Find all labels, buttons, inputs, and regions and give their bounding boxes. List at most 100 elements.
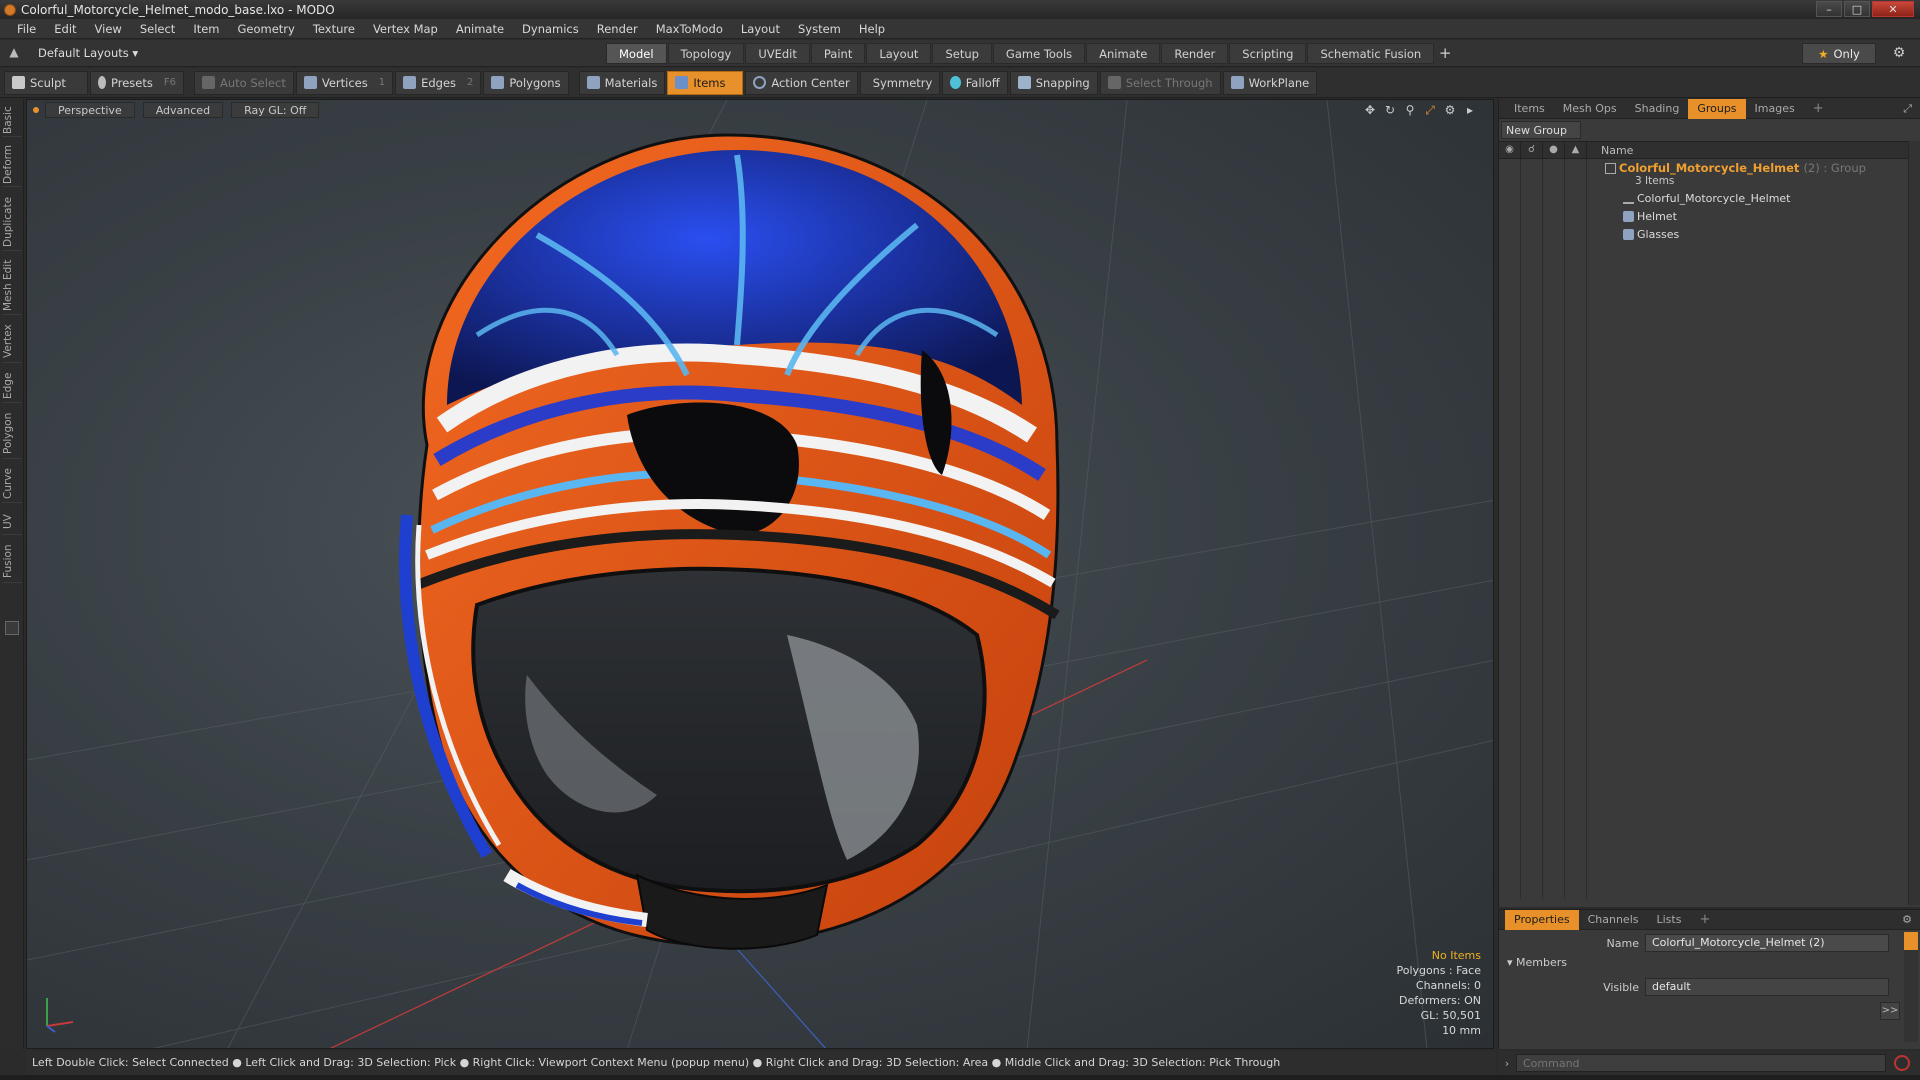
advanced-button[interactable]: Advanced xyxy=(142,102,224,118)
gear-icon[interactable]: ⚙ xyxy=(1890,45,1908,63)
viewport-expand-icon[interactable]: ▸ xyxy=(1463,103,1477,117)
symmetry-button[interactable]: Symmetry xyxy=(859,70,940,95)
tab-game-tools[interactable]: Game Tools xyxy=(992,43,1086,64)
tab-properties[interactable]: Properties xyxy=(1505,909,1579,930)
tab-paint[interactable]: Paint xyxy=(810,43,866,64)
presets-button[interactable]: Presets F6 xyxy=(90,70,184,95)
vtab-curve[interactable]: Curve xyxy=(2,465,22,503)
vertices-button[interactable]: Vertices 1 xyxy=(295,70,394,95)
default-layouts-dropdown[interactable]: Default Layouts ▾ xyxy=(38,46,138,60)
close-button[interactable]: ✕ xyxy=(1872,1,1914,17)
group-row-label[interactable]: Colorful_Motorcycle_Helmet (2) : Group xyxy=(1605,161,1866,175)
vtab-duplicate[interactable]: Duplicate xyxy=(2,193,22,251)
select-through-button[interactable]: Select Through xyxy=(1099,70,1221,95)
tab-animate[interactable]: Animate xyxy=(1086,43,1161,64)
menu-layout[interactable]: Layout xyxy=(732,19,789,39)
command-chevron-icon[interactable]: › xyxy=(1498,1057,1516,1070)
layout-up-icon[interactable]: ▲ xyxy=(6,45,22,61)
menu-help[interactable]: Help xyxy=(850,19,894,39)
menu-item[interactable]: Item xyxy=(184,19,228,39)
fit-icon[interactable]: ⤢ xyxy=(1423,103,1437,117)
menu-render[interactable]: Render xyxy=(588,19,647,39)
tab-render[interactable]: Render xyxy=(1161,43,1229,64)
edges-button[interactable]: Edges 2 xyxy=(395,70,482,95)
menu-system[interactable]: System xyxy=(789,19,850,39)
tree-scrollbar[interactable] xyxy=(1908,141,1920,905)
tab-model[interactable]: Model xyxy=(606,43,667,64)
vtab-deform[interactable]: Deform xyxy=(2,143,22,187)
tree-row[interactable]: Colorful_Motorcycle_Helmet (2) : Group 3… xyxy=(1499,159,1920,189)
command-input[interactable] xyxy=(1516,1054,1886,1072)
tab-mesh-ops[interactable]: Mesh Ops xyxy=(1554,99,1626,119)
vtab-edge[interactable]: Edge xyxy=(2,369,22,403)
viewport-menu-dot[interactable] xyxy=(33,107,39,113)
sculpt-button[interactable]: Sculpt xyxy=(4,70,88,95)
pan-icon[interactable]: ✥ xyxy=(1363,103,1377,117)
tree-child-label[interactable]: Colorful_Motorcycle_Helmet xyxy=(1623,192,1790,205)
members-arrow-button[interactable]: >> xyxy=(1880,1002,1900,1020)
maximize-button[interactable]: □ xyxy=(1844,1,1870,17)
vtab-fusion[interactable]: Fusion xyxy=(2,541,22,583)
panel-expand-icon[interactable]: ⤢ xyxy=(1903,102,1912,116)
falloff-button[interactable]: Falloff xyxy=(941,70,1008,95)
menu-dynamics[interactable]: Dynamics xyxy=(513,19,588,39)
viewport-gear-icon[interactable]: ⚙ xyxy=(1443,103,1457,117)
rotate-icon[interactable]: ↻ xyxy=(1383,103,1397,117)
menu-vertex-map[interactable]: Vertex Map xyxy=(364,19,447,39)
tree-child-label[interactable]: Glasses xyxy=(1623,228,1679,241)
render-column-icon[interactable]: ☌ xyxy=(1521,141,1543,159)
vtab-mesh-edit[interactable]: Mesh Edit xyxy=(2,257,22,315)
menu-geometry[interactable]: Geometry xyxy=(229,19,304,39)
vtab-basic[interactable]: Basic xyxy=(2,105,22,137)
new-group-button[interactable]: New Group xyxy=(1501,121,1581,139)
menu-view[interactable]: View xyxy=(86,19,131,39)
tab-groups[interactable]: Groups xyxy=(1688,98,1746,119)
tree-child-label[interactable]: Helmet xyxy=(1623,210,1677,223)
materials-button[interactable]: Materials xyxy=(578,70,666,95)
menu-file[interactable]: File xyxy=(8,19,45,39)
menu-maxtomodo[interactable]: MaxToModo xyxy=(647,19,732,39)
tab-topology[interactable]: Topology xyxy=(667,43,745,64)
menu-edit[interactable]: Edit xyxy=(45,19,85,39)
action-center-button[interactable]: Action Center xyxy=(745,70,858,95)
auto-select-button[interactable]: Auto Select xyxy=(194,70,294,95)
vtab-polygon[interactable]: Polygon xyxy=(2,409,22,459)
add-properties-tab-button[interactable]: + xyxy=(1690,910,1719,930)
vtab-uv[interactable]: UV xyxy=(2,509,22,535)
members-section[interactable]: ▾ Members xyxy=(1507,956,1567,969)
tab-shading[interactable]: Shading xyxy=(1626,99,1689,119)
ray-gl-button[interactable]: Ray GL: Off xyxy=(231,102,320,118)
vtab-vertex[interactable]: Vertex xyxy=(2,321,22,363)
command-stop-icon[interactable] xyxy=(1894,1055,1910,1071)
name-field[interactable]: Colorful_Motorcycle_Helmet (2) xyxy=(1645,934,1889,952)
snapping-button[interactable]: Snapping xyxy=(1009,70,1098,95)
tab-schematic-fusion[interactable]: Schematic Fusion xyxy=(1307,43,1435,64)
tab-setup[interactable]: Setup xyxy=(932,43,992,64)
items-button[interactable]: Items xyxy=(667,70,744,95)
tree-row[interactable]: Helmet xyxy=(1499,207,1920,225)
add-panel-tab-button[interactable]: + xyxy=(1804,99,1833,119)
tab-items[interactable]: Items xyxy=(1505,99,1554,119)
visible-dropdown[interactable]: default xyxy=(1645,978,1889,996)
menu-animate[interactable]: Animate xyxy=(447,19,513,39)
tab-layout[interactable]: Layout xyxy=(866,43,932,64)
menu-texture[interactable]: Texture xyxy=(304,19,364,39)
lock-column-icon[interactable]: ● xyxy=(1543,141,1565,159)
select-column-icon[interactable]: ▲ xyxy=(1565,141,1587,159)
visibility-column-icon[interactable]: ◉ xyxy=(1499,141,1521,159)
minimize-button[interactable]: – xyxy=(1816,1,1842,17)
tab-lists[interactable]: Lists xyxy=(1648,910,1691,930)
tab-images[interactable]: Images xyxy=(1746,99,1804,119)
polygons-button[interactable]: Polygons xyxy=(483,70,569,95)
tree-row[interactable]: Colorful_Motorcycle_Helmet xyxy=(1499,189,1920,207)
3d-viewport[interactable]: Perspective Advanced Ray GL: Off ✥ ↻ ⚲ ⤢… xyxy=(26,99,1494,1049)
workplane-button[interactable]: WorkPlane xyxy=(1222,70,1318,95)
tab-scripting[interactable]: Scripting xyxy=(1229,43,1307,64)
tree-row[interactable]: Glasses xyxy=(1499,225,1920,243)
perspective-button[interactable]: Perspective xyxy=(45,102,135,118)
properties-gear-icon[interactable]: ⚙ xyxy=(1902,913,1912,926)
zoom-icon[interactable]: ⚲ xyxy=(1403,103,1417,117)
add-layout-tab-button[interactable]: + xyxy=(1435,43,1455,64)
tab-channels[interactable]: Channels xyxy=(1579,910,1648,930)
tab-uvedit[interactable]: UVEdit xyxy=(745,43,810,64)
